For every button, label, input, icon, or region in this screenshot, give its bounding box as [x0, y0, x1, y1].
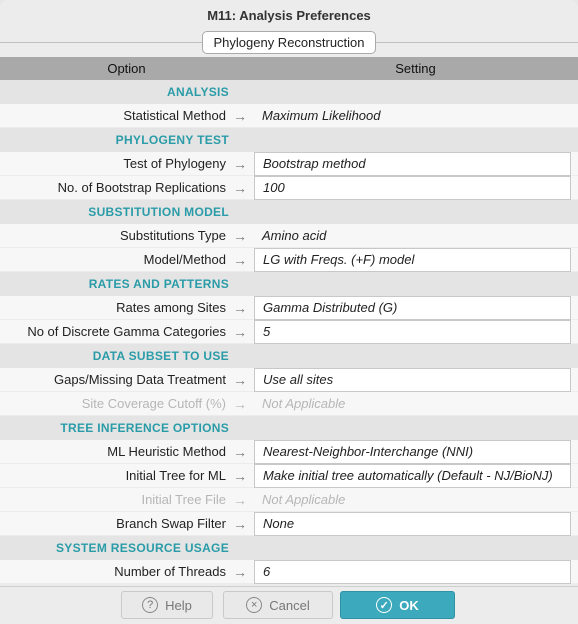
arrow-right-icon: →: [233, 323, 247, 340]
arrow-right-icon: →: [233, 179, 247, 196]
section-title: PHYLOGENY TEST: [115, 133, 229, 147]
option-label: Number of Threads: [114, 564, 226, 579]
option-label: Substitutions Type: [120, 228, 226, 243]
option-row[interactable]: Initial Tree for ML → Make initial tree au…: [0, 463, 578, 488]
setting-field[interactable]: 6: [254, 559, 571, 584]
setting-value: Not Applicable: [262, 491, 346, 507]
option-label: Branch Swap Filter: [116, 516, 226, 531]
section-title: RATES AND PATTERNS: [88, 277, 229, 291]
arrow-right-icon: →: [233, 515, 247, 532]
section-header: ANALYSIS: [0, 80, 578, 104]
arrow-right-icon: →: [233, 563, 247, 580]
preferences-table: ANALYSIS Statistical Method → Maximum Likel…: [0, 80, 578, 584]
tab-phylogeny-reconstruction[interactable]: Phylogeny Reconstruction: [202, 30, 376, 54]
arrow-right-icon: →: [233, 443, 247, 460]
section-header: TREE INFERENCE OPTIONS: [0, 416, 578, 440]
option-label: Test of Phylogeny: [123, 156, 226, 171]
section-header: SUBSTITUTION MODEL: [0, 200, 578, 224]
dialog-footer: ? Help × Cancel ✓ OK: [0, 586, 578, 624]
option-row[interactable]: No. of Bootstrap Replications → 100: [0, 175, 578, 200]
setting-value: Not Applicable: [262, 395, 346, 411]
arrow-right-icon: →: [233, 227, 247, 244]
section-title: SUBSTITUTION MODEL: [88, 205, 229, 219]
setting-value: Maximum Likelihood: [262, 107, 381, 123]
cancel-button[interactable]: × Cancel: [223, 591, 333, 619]
ok-label: OK: [399, 597, 419, 613]
section-header: RATES AND PATTERNS: [0, 272, 578, 296]
help-button[interactable]: ? Help: [121, 591, 213, 619]
help-icon: ?: [142, 597, 159, 613]
option-label: ML Heuristic Method: [107, 444, 226, 459]
option-row[interactable]: Branch Swap Filter → None: [0, 511, 578, 536]
arrow-right-icon: →: [233, 371, 247, 388]
setting-field[interactable]: Make initial tree automatically (Default…: [254, 463, 571, 488]
option-column-header: Option: [107, 61, 146, 76]
section-title: SYSTEM RESOURCE USAGE: [56, 541, 229, 555]
setting-field[interactable]: Nearest-Neighbor-Interchange (NNI): [254, 439, 571, 464]
section-title: TREE INFERENCE OPTIONS: [60, 421, 229, 435]
ok-button[interactable]: ✓ OK: [340, 591, 455, 619]
option-row: Initial Tree File → Not Applicable: [0, 488, 578, 512]
option-row[interactable]: Model/Method → LG with Freqs. (+F) model: [0, 247, 578, 272]
option-label: No of Discrete Gamma Categories: [27, 324, 226, 339]
preferences-window: M11: Analysis Preferences Phylogeny Reco…: [0, 0, 578, 624]
setting-value: Amino acid: [262, 227, 327, 243]
option-row[interactable]: ML Heuristic Method → Nearest-Neighbor-Int…: [0, 439, 578, 464]
cancel-label: Cancel: [269, 597, 310, 613]
option-row[interactable]: Test of Phylogeny → Bootstrap method: [0, 151, 578, 176]
arrow-right-icon: →: [233, 491, 247, 508]
option-row[interactable]: No of Discrete Gamma Categories → 5: [0, 319, 578, 344]
arrow-right-icon: →: [233, 395, 247, 412]
arrow-right-icon: →: [233, 251, 247, 268]
option-row[interactable]: Substitutions Type → Amino acid: [0, 224, 578, 248]
option-label: Model/Method: [143, 252, 226, 267]
arrow-right-icon: →: [233, 299, 247, 316]
option-row: Site Coverage Cutoff (%) → Not Applicable: [0, 392, 578, 416]
option-label: Initial Tree File: [141, 492, 226, 507]
option-row[interactable]: Gaps/Missing Data Treatment → Use all site…: [0, 367, 578, 392]
option-label: Rates among Sites: [116, 300, 226, 315]
setting-column-header: Setting: [395, 61, 436, 76]
option-row[interactable]: Statistical Method → Maximum Likelihood: [0, 104, 578, 128]
close-icon: ×: [246, 597, 263, 613]
window-title: M11: Analysis Preferences: [207, 7, 371, 23]
option-row[interactable]: Number of Threads → 6: [0, 559, 578, 584]
arrow-right-icon: →: [233, 155, 247, 172]
help-label: Help: [165, 597, 192, 613]
checkmark-icon: ✓: [376, 597, 393, 613]
option-label: Gaps/Missing Data Treatment: [54, 372, 226, 387]
section-header: DATA SUBSET TO USE: [0, 344, 578, 368]
arrow-right-icon: →: [233, 107, 247, 124]
section-header: SYSTEM RESOURCE USAGE: [0, 536, 578, 560]
setting-field[interactable]: 100: [254, 175, 571, 200]
option-label: Initial Tree for ML: [125, 468, 226, 483]
setting-field[interactable]: Gamma Distributed (G): [254, 295, 571, 320]
arrow-right-icon: →: [233, 467, 247, 484]
setting-field[interactable]: 5: [254, 319, 571, 344]
section-title: DATA SUBSET TO USE: [92, 349, 229, 363]
option-label: Statistical Method: [123, 108, 226, 123]
setting-field[interactable]: Bootstrap method: [254, 151, 571, 176]
option-label: No. of Bootstrap Replications: [57, 180, 226, 195]
option-row[interactable]: Rates among Sites → Gamma Distributed (G): [0, 295, 578, 320]
section-header: PHYLOGENY TEST: [0, 128, 578, 152]
option-label: Site Coverage Cutoff (%): [81, 396, 226, 411]
section-title: ANALYSIS: [167, 85, 229, 99]
setting-field[interactable]: LG with Freqs. (+F) model: [254, 247, 571, 272]
setting-field[interactable]: None: [254, 511, 571, 536]
table-header: Option Setting: [0, 57, 578, 80]
tab-bar: Phylogeny Reconstruction: [0, 30, 578, 54]
setting-field[interactable]: Use all sites: [254, 367, 571, 392]
